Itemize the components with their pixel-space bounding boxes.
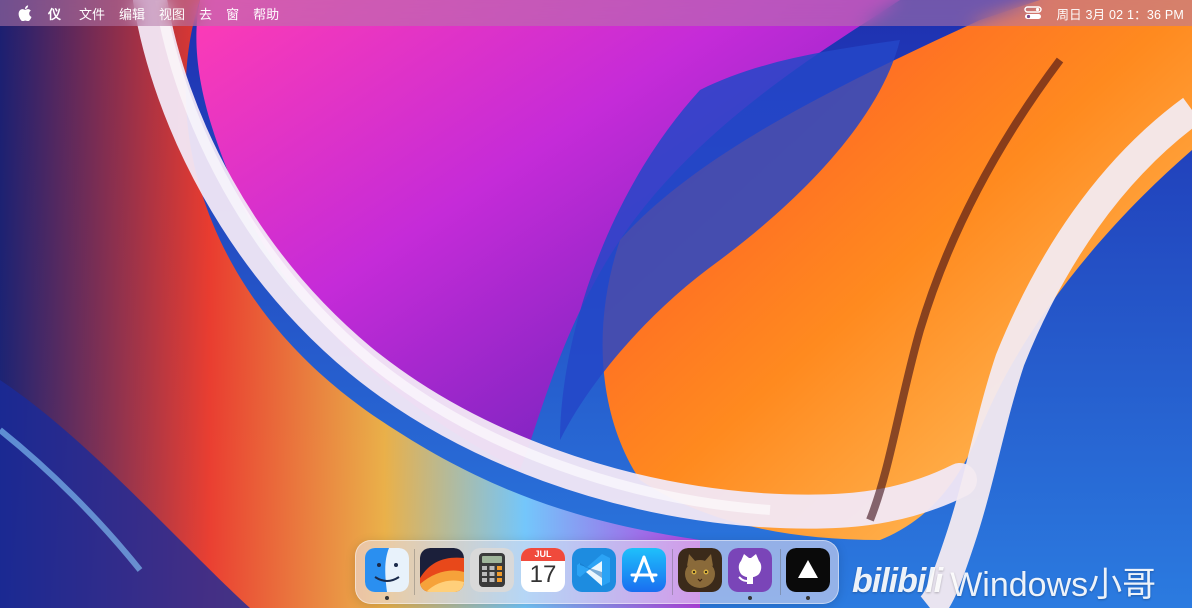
desktop: 仪 文件 编辑 视图 去 窗 帮助 周日 3月 02 1：36 PM JUL 1… — [0, 0, 1192, 608]
dock: JUL 17 — [355, 540, 839, 604]
vscode-icon — [572, 548, 616, 592]
finder-running-indicator — [385, 596, 389, 600]
dock-app-photo[interactable] — [678, 548, 722, 592]
menu-file[interactable]: 文件 — [79, 4, 105, 23]
dock-app-ventura[interactable] — [420, 548, 464, 592]
calendar-month: JUL — [534, 549, 552, 559]
dock-app-calculator[interactable] — [470, 548, 514, 592]
menu-view[interactable]: 视图 — [159, 4, 185, 23]
github-running-indicator — [748, 596, 752, 600]
calculator-icon — [470, 548, 514, 592]
apple-icon[interactable] — [16, 4, 34, 22]
dock-app-vscode[interactable] — [572, 548, 616, 592]
dock-app-finder[interactable] — [365, 548, 409, 592]
wallpaper — [0, 0, 1192, 608]
dock-separator — [672, 549, 673, 595]
watermark: bilibili Windows小哥 — [852, 556, 1156, 606]
menu-bar-clock[interactable]: 周日 3月 02 1：36 PM — [1056, 4, 1184, 23]
control-center-icon[interactable] — [1024, 6, 1043, 20]
watermark-text: Windows小哥 — [950, 565, 1157, 604]
menu-edit[interactable]: 编辑 — [119, 4, 145, 23]
menu-bar: 仪 文件 编辑 视图 去 窗 帮助 周日 3月 02 1：36 PM — [0, 0, 1192, 26]
dock-app-calendar[interactable]: JUL 17 — [521, 548, 565, 592]
dock-separator — [414, 549, 415, 595]
calendar-day: 17 — [529, 561, 557, 588]
cat-photo-icon — [678, 548, 722, 592]
finder-icon — [365, 548, 409, 592]
ventura-icon — [420, 548, 464, 592]
dock-separator — [780, 549, 781, 595]
dock-app-app-store[interactable] — [622, 548, 666, 592]
github-icon — [728, 548, 772, 592]
menu-window[interactable]: 窗 — [226, 4, 239, 23]
app-name-menu[interactable]: 仪 — [48, 4, 61, 23]
dock-app-github[interactable] — [728, 548, 772, 592]
app-store-icon — [622, 548, 666, 592]
bilibili-logo: bilibili — [852, 561, 943, 600]
vercel-icon — [786, 548, 830, 592]
vercel-running-indicator — [806, 596, 810, 600]
menu-go[interactable]: 去 — [199, 4, 212, 23]
dock-app-vercel[interactable] — [786, 548, 830, 592]
menu-help[interactable]: 帮助 — [253, 4, 279, 23]
